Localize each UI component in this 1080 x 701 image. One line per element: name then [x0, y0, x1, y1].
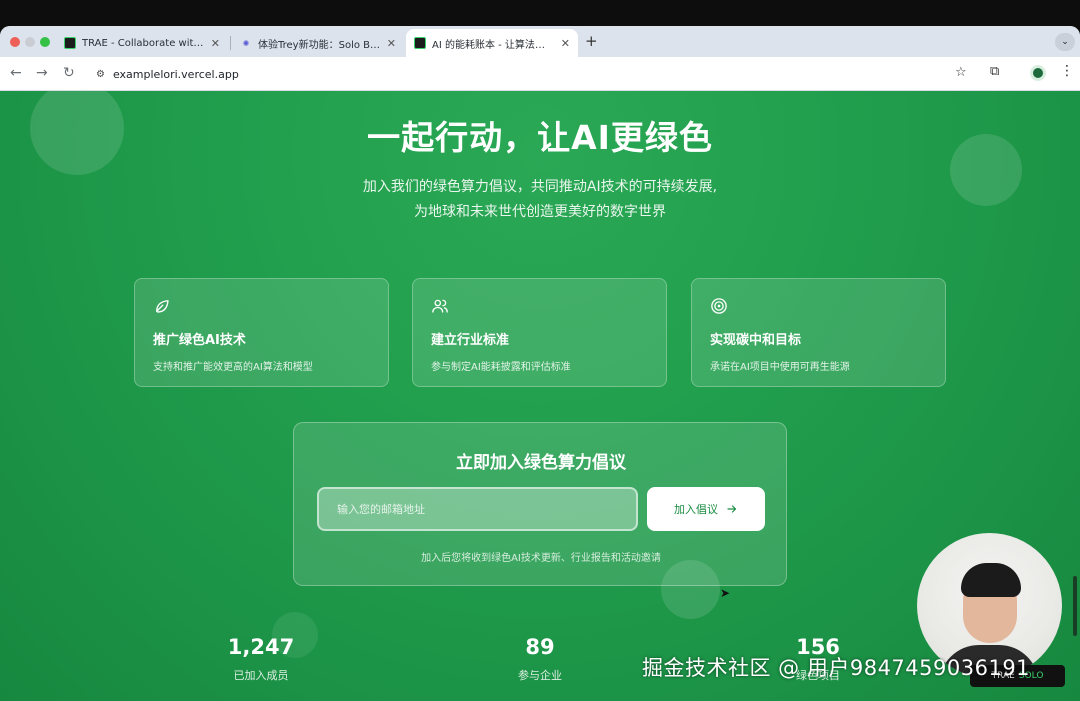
forward-arrow-icon[interactable]: →: [36, 65, 48, 81]
url-field[interactable]: ⚙ examplelori.vercel.app: [86, 62, 981, 86]
signup-note: 加入后您将收到绿色AI技术更新、行业报告和活动邀请: [421, 553, 661, 564]
card-industry-standard: 建立行业标准 参与制定AI能耗披露和评估标准: [412, 278, 667, 387]
tab-trae[interactable]: TRAE - Collaborate with intelligence ✕: [56, 29, 228, 57]
join-initiative-button[interactable]: 加入倡议: [647, 487, 765, 531]
subtitle-line: 为地球和未来世代创造更美好的数字世界: [414, 204, 666, 220]
trae-favicon-icon: [414, 37, 426, 49]
close-tab-icon[interactable]: ✕: [387, 37, 396, 50]
tab-title: AI 的能耗账本 - 让算法更高效: [432, 39, 555, 51]
users-icon: [432, 299, 448, 313]
signup-title: 立即加入绿色算力倡议: [456, 453, 626, 473]
close-window-button[interactable]: [10, 37, 20, 47]
back-arrow-icon[interactable]: ←: [10, 65, 22, 81]
address-bar: ← → ↻ ⚙ examplelori.vercel.app ☆ ⧉ ⋮: [0, 57, 1080, 91]
tab-solo-builder[interactable]: ✺ 体验Trey新功能：Solo Builder ✕: [232, 29, 404, 57]
stat-value: 1,247: [227, 635, 295, 659]
new-tab-button[interactable]: +: [585, 32, 598, 50]
card-description: 承诺在AI项目中使用可再生能源: [710, 362, 850, 373]
page-title: 一起行动，让AI更绿色: [367, 118, 713, 157]
extensions-puzzle-icon[interactable]: ⧉: [990, 64, 999, 79]
target-icon: [711, 298, 727, 314]
bookmark-star-icon[interactable]: ☆: [955, 65, 967, 80]
tab-search-chevron-icon[interactable]: ⌄: [1055, 33, 1075, 51]
signup-panel: 立即加入绿色算力倡议 加入倡议 加入后您将收到绿色AI技术更新、行业报告和活动邀…: [293, 422, 787, 586]
site-settings-icon[interactable]: ⚙: [96, 69, 105, 80]
tab-ai-energy-ledger[interactable]: AI 的能耗账本 - 让算法更高效 ✕: [406, 29, 578, 57]
tab-title: 体验Trey新功能：Solo Builder: [258, 39, 381, 51]
stat-label: 参与企业: [518, 669, 562, 682]
stat-companies: 89 参与企业: [480, 635, 600, 683]
minimize-window-button[interactable]: [25, 37, 35, 47]
screen-frame: TRAE - Collaborate with intelligence ✕ ✺…: [0, 0, 1080, 701]
arrow-right-icon: [727, 505, 737, 513]
email-input[interactable]: [317, 487, 638, 531]
card-green-ai: 推广绿色AI技术 支持和推广能效更高的AI算法和模型: [134, 278, 389, 387]
more-menu-icon[interactable]: ⋮: [1060, 63, 1074, 79]
trae-favicon-icon: [64, 37, 76, 49]
scrollbar-thumb[interactable]: [1073, 576, 1077, 636]
stat-label: 已加入成员: [233, 669, 289, 682]
card-description: 参与制定AI能耗披露和评估标准: [431, 362, 571, 373]
close-tab-icon[interactable]: ✕: [561, 37, 570, 50]
close-tab-icon[interactable]: ✕: [211, 37, 220, 50]
card-carbon-neutral: 实现碳中和目标 承诺在AI项目中使用可再生能源: [691, 278, 946, 387]
join-button-label: 加入倡议: [674, 503, 718, 516]
watermark-text: 掘金技术社区 @ 用户9847459036191: [642, 656, 1031, 680]
stat-members: 1,247 已加入成员: [201, 635, 321, 683]
card-description: 支持和推广能效更高的AI算法和模型: [153, 362, 313, 373]
profile-avatar[interactable]: [1030, 65, 1046, 81]
page-subtitle: 加入我们的绿色算力倡议，共同推动AI技术的可持续发展, 为地球和未来世代创造更美…: [0, 175, 1080, 225]
subtitle-line: 加入我们的绿色算力倡议，共同推动AI技术的可持续发展,: [362, 179, 718, 195]
leaf-icon: [156, 300, 169, 313]
gear-favicon-icon: ✺: [242, 38, 250, 48]
card-title: 实现碳中和目标: [710, 333, 802, 348]
maximize-window-button[interactable]: [40, 37, 50, 47]
card-title: 建立行业标准: [431, 333, 510, 348]
mouse-cursor-icon: ➤: [720, 586, 731, 600]
card-title: 推广绿色AI技术: [153, 333, 246, 348]
reload-icon[interactable]: ↻: [63, 65, 75, 81]
url-text: examplelori.vercel.app: [112, 67, 239, 81]
tab-title: TRAE - Collaborate with intelligence: [82, 37, 205, 49]
stat-value: 89: [525, 635, 555, 659]
tab-bar: TRAE - Collaborate with intelligence ✕ ✺…: [0, 26, 1080, 57]
